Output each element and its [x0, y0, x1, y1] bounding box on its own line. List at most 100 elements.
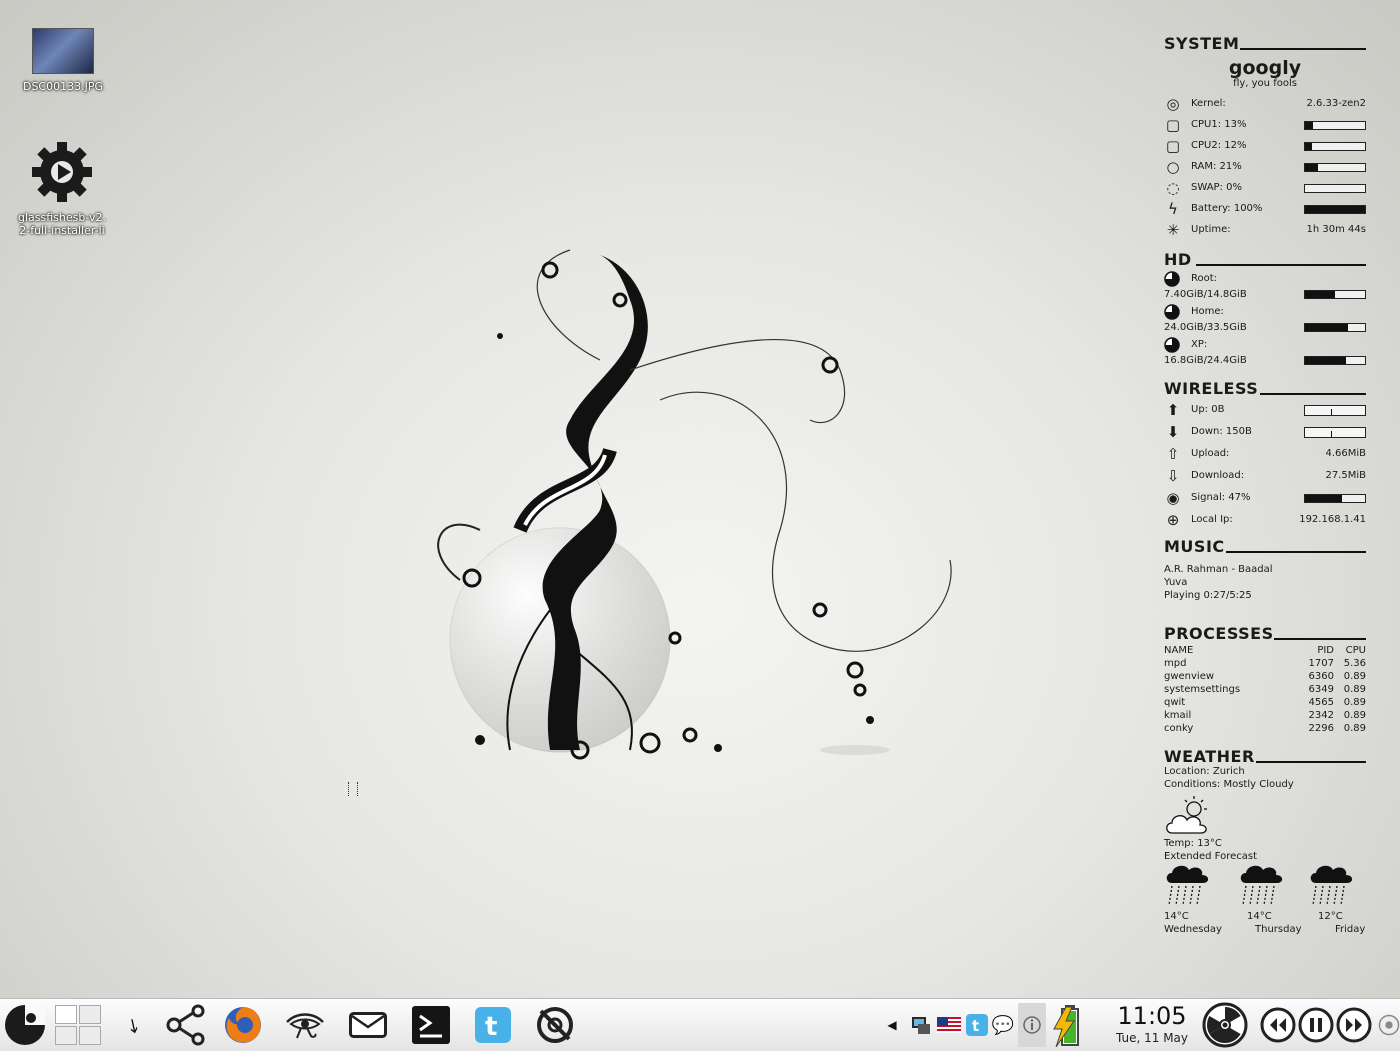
- forecast-day: 14°C Wednesday: [1164, 863, 1224, 936]
- process-cpu: 0.89: [1343, 697, 1366, 708]
- hd-home-bar: [1304, 323, 1366, 332]
- forecast-day-name: Thursday: [1255, 924, 1302, 935]
- desktop-icon-photo[interactable]: DSC00133.JPG: [18, 28, 108, 93]
- radiation-icon[interactable]: [1200, 1002, 1250, 1048]
- tray-expand-arrow-icon[interactable]: ◀: [884, 1003, 900, 1047]
- process-name: qwit: [1164, 697, 1186, 708]
- hd-root-row: Root: 7.40GiB/14.8GiB: [1164, 270, 1366, 303]
- hd-xp-label: XP:: [1191, 339, 1208, 350]
- download-value: 27.5MiB: [1325, 470, 1366, 481]
- pause-button[interactable]: [1296, 1003, 1336, 1047]
- swap-bar: [1304, 184, 1366, 193]
- panel-toolbox-button[interactable]: [1378, 1003, 1400, 1047]
- process-pid: 6349: [1308, 684, 1334, 695]
- process-row: qwit 4565 0.89: [1164, 696, 1366, 709]
- forecast-day: 12°C Friday: [1308, 863, 1368, 936]
- cpu2-bar-fill: [1305, 143, 1313, 150]
- download-icon: ⇩: [1166, 467, 1180, 485]
- conky-panel: SYSTEM googly fly, you fools ◎ Kernel: 2…: [1164, 34, 1366, 943]
- next-track-button[interactable]: [1334, 1003, 1374, 1047]
- rain-cloud-icon: [1240, 865, 1283, 906]
- ip-value: 192.168.1.41: [1299, 514, 1366, 525]
- desktop-icon-installer[interactable]: glassfishesb-v2. 2-full-installer-li: [17, 140, 107, 237]
- twitter-tray-icon[interactable]: t: [964, 1003, 990, 1047]
- forecast-temp: 14°C: [1247, 911, 1272, 922]
- desktop-1[interactable]: [55, 1005, 77, 1024]
- cpu1-bar-fill: [1305, 122, 1313, 129]
- weather-temp-block: Temp: 13°C Extended Forecast: [1164, 837, 1366, 863]
- desktop-2[interactable]: [79, 1005, 101, 1024]
- hostname: googly: [1228, 57, 1302, 79]
- down-graph: [1304, 427, 1366, 438]
- swap-row: ◌ SWAP: 0%: [1164, 177, 1366, 198]
- clock-date: Tue, 11 May: [1115, 1031, 1189, 1045]
- mail-icon[interactable]: [344, 1003, 392, 1047]
- network-share-icon[interactable]: [162, 1003, 210, 1047]
- cpu-icon: ▢: [1165, 137, 1181, 155]
- hd-xp-size: 16.8GiB/24.4GiB: [1164, 355, 1247, 366]
- process-header-pid: PID: [1317, 645, 1334, 656]
- uptime-value: 1h 30m 44s: [1306, 224, 1366, 235]
- process-name: gwenview: [1164, 671, 1215, 682]
- weather-temp: Temp: 13°C: [1164, 838, 1222, 849]
- process-row: conky 2296 0.89: [1164, 722, 1366, 735]
- firefox-icon[interactable]: [220, 1003, 266, 1047]
- process-row: systemsettings 6349 0.89: [1164, 683, 1366, 696]
- launcher-icon: [5, 1005, 45, 1045]
- up-label: Up: 0B: [1191, 404, 1225, 415]
- hd-section-title: HD: [1164, 250, 1366, 270]
- application-launcher-button[interactable]: [2, 1003, 48, 1047]
- music-track: A.R. Rahman - Baadal: [1164, 564, 1273, 575]
- hd-root-size: 7.40GiB/14.8GiB: [1164, 289, 1247, 300]
- process-row: kmail 2342 0.89: [1164, 709, 1366, 722]
- down-row: ⬇ Down: 150B: [1164, 421, 1366, 443]
- hd-home-size: 24.0GiB/33.5GiB: [1164, 322, 1247, 333]
- cpu2-bar: [1304, 142, 1366, 151]
- cpu1-row: ▢ CPU1: 13%: [1164, 114, 1366, 135]
- process-cpu: 0.89: [1343, 710, 1366, 721]
- hd-xp-row: XP: 16.8GiB/24.4GiB: [1164, 336, 1366, 369]
- previous-track-button[interactable]: [1258, 1003, 1298, 1047]
- music-status: Playing 0:27/5:25: [1164, 590, 1252, 601]
- spinner-icon: ✳: [1166, 221, 1180, 239]
- chat-bubble-icon[interactable]: 💬: [990, 1003, 1016, 1047]
- cpu-icon: ▢: [1165, 116, 1181, 134]
- divider: [1240, 48, 1366, 50]
- music-title: MUSIC: [1164, 537, 1225, 556]
- usb-icon[interactable]: ⭏: [110, 1003, 158, 1047]
- arrow-down-icon: ⬇: [1166, 423, 1180, 441]
- music-section-title: MUSIC: [1164, 537, 1366, 557]
- swap-label: SWAP: 0%: [1191, 182, 1242, 193]
- eye-of-horus-icon[interactable]: [282, 1003, 328, 1047]
- terminal-icon[interactable]: [408, 1003, 454, 1047]
- ram-icon: ○: [1166, 158, 1180, 176]
- network-monitor-icon[interactable]: [908, 1003, 934, 1047]
- system-monitor-icon[interactable]: [532, 1003, 578, 1047]
- pager[interactable]: [52, 1003, 104, 1047]
- kernel-row: ◎ Kernel: 2.6.33-zen2: [1164, 93, 1366, 114]
- cpu2-row: ▢ CPU2: 12%: [1164, 135, 1366, 156]
- partly-cloudy-icon: [1166, 796, 1207, 834]
- battery-icon[interactable]: [1050, 1003, 1090, 1047]
- process-pid: 4565: [1308, 697, 1334, 708]
- ram-label: RAM: 21%: [1191, 161, 1242, 172]
- info-icon[interactable]: [1018, 1003, 1046, 1047]
- divider: [1226, 551, 1366, 553]
- ram-row: ○ RAM: 21%: [1164, 156, 1366, 177]
- hd-home-bar-fill: [1305, 324, 1349, 331]
- forecast-temp: 12°C: [1318, 911, 1343, 922]
- hd-xp-bar: [1304, 356, 1366, 365]
- download-label: Download:: [1191, 470, 1245, 481]
- process-row: mpd 1707 5.36: [1164, 657, 1366, 670]
- graph-activity-tick: [1331, 431, 1332, 437]
- digital-clock[interactable]: 11:05 Tue, 11 May: [1112, 1001, 1192, 1045]
- keyboard-layout-flag-icon[interactable]: [936, 1003, 962, 1047]
- desktop-4[interactable]: [79, 1026, 101, 1045]
- desktop-3[interactable]: [55, 1026, 77, 1045]
- twitter-icon[interactable]: t: [470, 1003, 516, 1047]
- wireless-section-title: WIRELESS: [1164, 379, 1366, 399]
- desktop-icon-label: glassfishesb-v2.: [17, 211, 107, 224]
- process-pid: 6360: [1308, 671, 1334, 682]
- signal-bar-fill: [1305, 495, 1343, 502]
- pie-icon: [1164, 304, 1180, 320]
